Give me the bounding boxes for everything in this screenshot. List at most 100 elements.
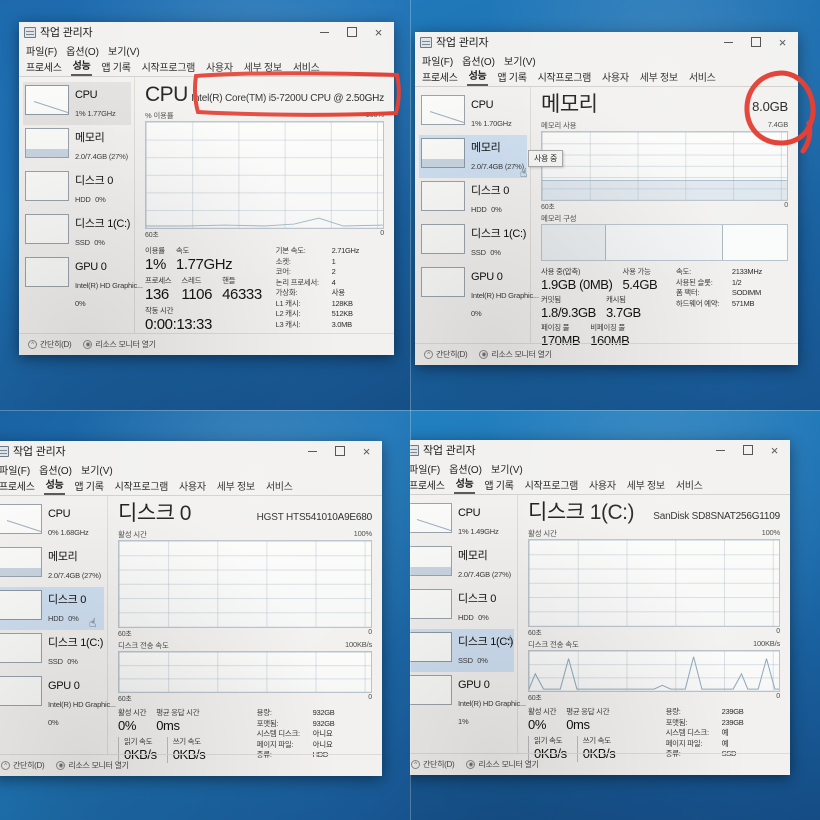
tab-details[interactable]: 세부 정보 (625, 477, 667, 494)
gpu0-thumbnail (0, 676, 42, 706)
minimize-icon[interactable] (707, 441, 734, 460)
sidebar-item-disk1[interactable]: 디스크 1(C:) SSD 0% (410, 629, 514, 672)
maximize-icon[interactable] (742, 33, 769, 52)
menu-options[interactable]: 옵션(O) (462, 53, 495, 68)
tab-app-history[interactable]: 앱 기록 (72, 478, 105, 495)
sidebar-item-memory[interactable]: 메모리 2.0/7.4GB (27%) (410, 543, 514, 586)
sidebar-item-memory[interactable]: 메모리 2.0/7.4GB (27%) (23, 125, 131, 168)
resource-monitor-button[interactable]: ◉ 리소스 모니터 열기 (466, 759, 539, 770)
tab-app-history[interactable]: 앱 기록 (495, 69, 528, 86)
memory-detail-pane: 메모리 8.0GB 메모리 사용 7.4GB 60초 0 메모리 구성 사용 중… (531, 87, 798, 348)
menu-options[interactable]: 옵션(O) (449, 461, 482, 476)
brief-view-button[interactable]: ^ 간단히(D) (28, 339, 72, 350)
tab-details[interactable]: 세부 정보 (638, 69, 680, 86)
minimize-icon[interactable] (311, 23, 338, 42)
tab-details[interactable]: 세부 정보 (242, 59, 284, 76)
sidebar-item-cpu[interactable]: CPU 1% 1.49GHz (410, 500, 514, 543)
spec-value: 3.0MB (331, 319, 352, 329)
close-icon[interactable]: × (761, 441, 788, 460)
sidebar-item-cpu[interactable]: CPU 0% 1.68GHz (0, 501, 104, 544)
brief-view-button[interactable]: ^ 간단히(D) (424, 349, 468, 360)
close-icon[interactable]: × (365, 23, 392, 42)
menu-view[interactable]: 보기(V) (108, 43, 140, 58)
menu-file[interactable]: 파일(F) (410, 461, 440, 476)
sidebar-item-gpu0[interactable]: GPU 0 Intel(R) HD Graphic... 0% (23, 254, 143, 315)
tab-startup[interactable]: 시작프로그램 (523, 477, 580, 494)
graph2-time-right: 0 (776, 693, 780, 700)
tab-services[interactable]: 서비스 (674, 477, 705, 494)
tab-processes[interactable]: 프로세스 (24, 59, 64, 76)
maximize-icon[interactable] (338, 23, 365, 42)
spec-key: 하드웨어 예약: (675, 298, 720, 308)
brief-view-button[interactable]: ^ 간단히(D) (1, 760, 45, 771)
tab-users[interactable]: 사용자 (204, 59, 235, 76)
tab-performance[interactable]: 성능 (453, 475, 476, 494)
disk0-detail-pane: 디스크 0 HGST HTS541010A9E680 활성 시간 100% 60… (108, 496, 382, 763)
sidebar-item-cpu[interactable]: CPU 1% 1.77GHz (23, 82, 131, 125)
menu-options[interactable]: 옵션(O) (39, 462, 72, 477)
stat-label: 커밋됨 (541, 295, 561, 304)
sidebar-item-gpu0[interactable]: GPU 0 Intel(R) HD Graphic... 1% (410, 672, 526, 733)
minimize-icon[interactable] (715, 33, 742, 52)
minimize-icon[interactable] (299, 442, 326, 461)
task-manager-icon (24, 26, 36, 38)
close-icon[interactable]: × (353, 442, 380, 461)
memory-composition-label: 메모리 구성 (541, 214, 577, 223)
stat-value: 1.8/9.3GB (541, 305, 596, 320)
tab-services[interactable]: 서비스 (264, 478, 295, 495)
sidebar-item-cpu[interactable]: CPU 1% 1.70GHz (419, 92, 527, 135)
sidebar-item-disk0[interactable]: 디스크 0 HDD 0% (419, 178, 527, 221)
tab-performance[interactable]: 성능 (43, 476, 66, 495)
tab-processes[interactable]: 프로세스 (410, 477, 447, 494)
sidebar-item-gpu0[interactable]: GPU 0 Intel(R) HD Graphic... 0% (0, 673, 116, 734)
sidebar-item-disk1[interactable]: 디스크 1(C:) SSD 0% (419, 221, 527, 264)
tab-users[interactable]: 사용자 (177, 478, 208, 495)
disk-model-name: HGST HTS541010A9E680 (256, 512, 373, 523)
stat-label: 속도 (175, 246, 190, 255)
sidebar-item-disk0[interactable]: 디스크 0 HDD 0% (0, 587, 104, 630)
sidebar-item-disk1[interactable]: 디스크 1(C:) SSD 0% (0, 630, 104, 673)
sidebar-item-label: 메모리 (48, 551, 78, 563)
menu-file[interactable]: 파일(F) (26, 43, 57, 58)
tab-details[interactable]: 세부 정보 (215, 478, 257, 495)
sidebar-item-disk1[interactable]: 디스크 1(C:) SSD 0% (23, 211, 131, 254)
tab-performance[interactable]: 성능 (70, 57, 93, 76)
sidebar-item-sub: SSD (48, 657, 63, 666)
maximize-icon[interactable] (734, 441, 761, 460)
tab-app-history[interactable]: 앱 기록 (99, 59, 132, 76)
resource-monitor-button[interactable]: ◉ 리소스 모니터 열기 (56, 760, 129, 771)
memory-tooltip: 사용 중 (528, 150, 564, 167)
menu-view[interactable]: 보기(V) (491, 461, 523, 476)
close-icon[interactable]: × (769, 33, 796, 52)
tab-services[interactable]: 서비스 (291, 59, 322, 76)
menu-file[interactable]: 파일(F) (422, 53, 453, 68)
sidebar-item-memory[interactable]: 메모리 2.0/7.4GB (27%) (419, 135, 527, 178)
sidebar-item-gpu0[interactable]: GPU 0 Intel(R) HD Graphic... 0% (419, 264, 539, 325)
tab-users[interactable]: 사용자 (600, 69, 631, 86)
sidebar-item-memory[interactable]: 메모리 2.0/7.4GB (27%) (0, 544, 104, 587)
tab-users[interactable]: 사용자 (587, 477, 618, 494)
tab-startup[interactable]: 시작프로그램 (113, 478, 170, 495)
tab-startup[interactable]: 시작프로그램 (536, 69, 593, 86)
sidebar-item-disk0[interactable]: 디스크 0 HDD 0% (23, 168, 131, 211)
menu-file[interactable]: 파일(F) (0, 462, 30, 477)
tab-performance[interactable]: 성능 (466, 67, 489, 86)
menu-view[interactable]: 보기(V) (504, 53, 536, 68)
tab-services[interactable]: 서비스 (687, 69, 718, 86)
tab-app-history[interactable]: 앱 기록 (482, 477, 515, 494)
spec-key: 가상화: (275, 288, 298, 297)
sidebar-item-label: 디스크 0 (75, 175, 114, 187)
tab-processes[interactable]: 프로세스 (420, 69, 460, 86)
tab-startup[interactable]: 시작프로그램 (140, 59, 197, 76)
menu-view[interactable]: 보기(V) (81, 462, 113, 477)
maximize-icon[interactable] (326, 442, 353, 461)
graph2-max-label: 100KB/s (753, 639, 780, 648)
spec-key: 페이지 파일: (665, 738, 703, 748)
resource-monitor-button[interactable]: ◉ 리소스 모니터 열기 (83, 339, 156, 350)
tab-processes[interactable]: 프로세스 (0, 478, 37, 495)
resource-monitor-button[interactable]: ◉ 리소스 모니터 열기 (479, 349, 552, 360)
menu-options[interactable]: 옵션(O) (66, 43, 99, 58)
brief-view-button[interactable]: ^ 간단히(D) (411, 759, 455, 770)
stat-label: 프로세스 (145, 276, 172, 285)
sidebar-item-disk0[interactable]: 디스크 0 HDD 0% (410, 586, 514, 629)
